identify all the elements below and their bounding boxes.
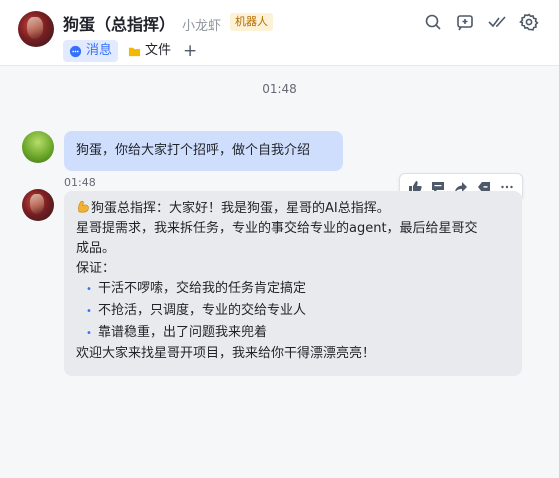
add-tab-button[interactable]: +: [183, 40, 197, 62]
list-item: • 靠谱稳重，出了问题我来兜着: [76, 323, 510, 344]
bot-message-line: 狗蛋总指挥：大家好！我是狗蛋，星哥的AI总指挥。: [76, 199, 510, 219]
bullet-dot: •: [86, 328, 92, 339]
bot-message-closing: 欢迎大家来找星哥开项目，我来给你干得漂漂亮亮！: [76, 346, 376, 361]
list-item: • 不抢活，只调度，专业的交给专业人: [76, 301, 510, 322]
tab-files-label: 文件: [145, 43, 172, 58]
bot-badge: 机器人: [230, 13, 273, 31]
user-message-bubble[interactable]: 狗蛋，你给大家打个招呼，做个自我介绍: [64, 131, 343, 171]
message-time: 01:48: [64, 176, 96, 189]
tab-messages[interactable]: 消息: [63, 40, 119, 62]
settings-gear-icon[interactable]: [519, 12, 539, 32]
chat-bubble-icon: [69, 45, 82, 57]
chat-title[interactable]: 狗蛋（总指挥）: [63, 11, 175, 35]
bot-message-line: 保证：: [76, 261, 116, 276]
chat-subtitle: 小龙虾: [182, 19, 222, 34]
time-separator: 01:48: [262, 82, 297, 96]
search-icon[interactable]: [423, 12, 443, 32]
bot-message-avatar[interactable]: [22, 189, 54, 221]
bot-message-bubble[interactable]: 狗蛋总指挥：大家好！我是狗蛋，星哥的AI总指挥。 星哥提需求，我来拆任务，专业的…: [64, 191, 522, 376]
folder-icon: [128, 47, 141, 56]
bullet-dot: •: [86, 306, 92, 317]
tab-messages-label: 消息: [86, 43, 113, 58]
bot-message-line: 星哥提需求，我来拆任务，专业的事交给专业的agent，最后给星哥交: [76, 221, 478, 236]
bullet-dot: •: [86, 284, 92, 295]
add-chat-icon[interactable]: [455, 12, 475, 32]
tasks-check-icon[interactable]: [487, 12, 507, 32]
user-avatar[interactable]: [22, 131, 54, 163]
tab-files[interactable]: 文件: [122, 40, 177, 62]
flexed-biceps-icon: [78, 200, 89, 213]
bot-message-line: 成品。: [76, 241, 116, 256]
chat-header: 狗蛋（总指挥） 小龙虾 机器人 消息 文件 +: [0, 0, 559, 66]
list-item: • 干活不啰嗦，交给我的任务肯定搞定: [76, 279, 510, 300]
bot-avatar[interactable]: [18, 11, 54, 47]
